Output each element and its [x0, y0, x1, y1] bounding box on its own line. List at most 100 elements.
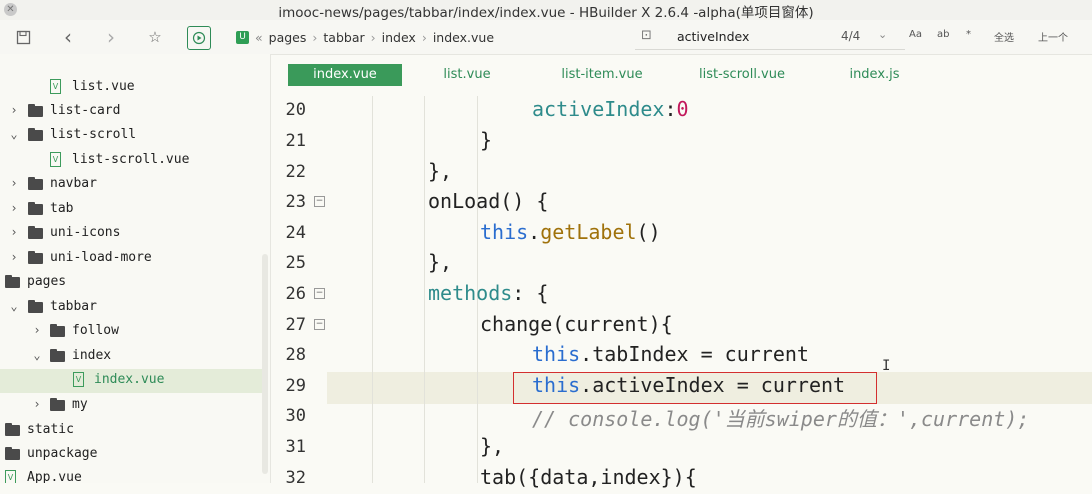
- tree-item[interactable]: ⌄ index: [0, 345, 262, 369]
- chevron-right-icon[interactable]: ›: [31, 397, 43, 411]
- code-text: },: [480, 434, 505, 458]
- chevron-down-icon[interactable]: ⌄: [8, 299, 20, 313]
- regex-option[interactable]: *: [966, 29, 971, 40]
- run-icon[interactable]: [187, 26, 211, 50]
- tree-item[interactable]: › list-card: [0, 100, 262, 124]
- code-token: (): [636, 220, 661, 244]
- tree-item[interactable]: V App.vue: [0, 467, 262, 483]
- chevron-right-icon[interactable]: ›: [8, 201, 20, 215]
- tree-item-label: list-card: [50, 103, 121, 118]
- tab-list-item-vue[interactable]: list-item.vue: [552, 64, 652, 86]
- code-line: 30 // console.log('当前swiper的值：',current)…: [272, 402, 1092, 432]
- fold-icon[interactable]: −: [314, 288, 325, 299]
- save-icon[interactable]: [12, 26, 34, 48]
- tree-item-label: my: [72, 397, 88, 412]
- chevron-down-icon[interactable]: ⌄: [8, 127, 20, 141]
- search-icon: ⊡: [641, 28, 652, 43]
- back-icon[interactable]: ‹: [57, 25, 79, 49]
- editor-tabs: index.vue list.vue list-item.vue list-sc…: [272, 59, 1092, 89]
- tree-item[interactable]: pages: [0, 271, 262, 295]
- title-bar: ✕ imooc-news/pages/tabbar/index/index.vu…: [0, 0, 1092, 21]
- tree-item-label: list.vue: [72, 79, 135, 94]
- search-query[interactable]: activeIndex: [677, 29, 749, 44]
- code-line: 21 }: [272, 127, 1092, 157]
- code-token: :: [664, 97, 677, 121]
- tree-item[interactable]: › uni-load-more: [0, 247, 262, 271]
- tab-list-scroll-vue[interactable]: list-scroll.vue: [687, 64, 797, 86]
- folder-icon: [28, 128, 43, 141]
- folder-icon: [50, 398, 65, 411]
- line-number: 31: [285, 437, 306, 457]
- tree-item[interactable]: ⌄ tabbar: [0, 296, 262, 320]
- breadcrumb-prefix[interactable]: «: [255, 30, 263, 45]
- code-editor[interactable]: 20 activeIndex:0 21 } 22 }, 23 − onLoad(…: [272, 96, 1092, 489]
- code-text: }: [480, 128, 493, 152]
- tree-item[interactable]: unpackage: [0, 443, 262, 467]
- chevron-right-icon[interactable]: ›: [8, 250, 20, 264]
- match-case-option[interactable]: Aa: [909, 29, 922, 40]
- tab-index-vue[interactable]: index.vue: [288, 64, 402, 86]
- tree-item-label: tabbar: [50, 299, 97, 314]
- project-logo-icon: U: [236, 30, 249, 44]
- tree-item-label: follow: [72, 323, 119, 338]
- previous-match-button[interactable]: 上一个: [1038, 29, 1068, 44]
- tree-item[interactable]: V list.vue: [0, 76, 262, 100]
- chevron-down-icon[interactable]: ⌄: [878, 28, 887, 41]
- select-all-button[interactable]: 全选: [994, 29, 1014, 44]
- chevron-right-icon: ›: [421, 29, 427, 45]
- breadcrumb-item[interactable]: index.vue: [433, 30, 494, 45]
- whole-word-option[interactable]: ab: [937, 29, 949, 40]
- forward-icon[interactable]: ›: [100, 25, 122, 49]
- chevron-right-icon[interactable]: ›: [8, 176, 20, 190]
- tree-item[interactable]: V list-scroll.vue: [0, 149, 262, 173]
- folder-icon: [5, 275, 20, 288]
- text-cursor-icon: I: [882, 358, 891, 374]
- project-explorer: V list.vue › list-card ⌄ list-scroll V l…: [0, 54, 271, 483]
- line-number: 26: [285, 284, 306, 304]
- folder-icon: [50, 349, 65, 362]
- tab-index-js[interactable]: index.js: [837, 64, 912, 86]
- code-line: 31 },: [272, 433, 1092, 463]
- tree-item-label: unpackage: [27, 446, 98, 461]
- chevron-right-icon: ›: [370, 29, 376, 45]
- chevron-right-icon[interactable]: ›: [8, 225, 20, 239]
- breadcrumb-item[interactable]: pages: [269, 30, 307, 45]
- tree-item-label: navbar: [50, 176, 97, 191]
- tree-item[interactable]: › follow: [0, 320, 262, 344]
- breadcrumb-item[interactable]: index: [382, 30, 416, 45]
- chevron-right-icon[interactable]: ›: [31, 323, 43, 337]
- line-number: 23: [285, 192, 306, 212]
- line-number: 28: [285, 345, 306, 365]
- chevron-right-icon[interactable]: ›: [8, 103, 20, 117]
- code-token: 0: [676, 97, 689, 121]
- fold-icon[interactable]: −: [314, 319, 325, 330]
- star-icon[interactable]: ☆: [144, 26, 166, 48]
- breadcrumb-item[interactable]: tabbar: [323, 30, 364, 45]
- code-text: },: [428, 250, 453, 274]
- search-count: 4/4: [841, 29, 861, 43]
- folder-icon: [28, 226, 43, 239]
- line-number: 32: [285, 468, 306, 488]
- chevron-down-icon[interactable]: ⌄: [31, 348, 43, 362]
- tree-item-label: uni-icons: [50, 225, 121, 240]
- tree-item-label: uni-load-more: [50, 250, 152, 265]
- sidebar-scrollbar[interactable]: [262, 254, 268, 474]
- folder-icon: [5, 423, 20, 436]
- tree-item[interactable]: static: [0, 419, 262, 443]
- tree-item[interactable]: › uni-icons: [0, 222, 262, 246]
- tree-item[interactable]: › my: [0, 394, 262, 418]
- folder-icon: [28, 104, 43, 117]
- fold-icon[interactable]: −: [314, 196, 325, 207]
- code-line: 27 − change(current){: [272, 311, 1092, 341]
- line-number: 29: [285, 376, 306, 396]
- tree-item[interactable]: ⌄ list-scroll: [0, 124, 262, 148]
- code-token: this: [532, 342, 581, 366]
- code-token: methods: [428, 281, 513, 305]
- tree-item[interactable]: › navbar: [0, 173, 262, 197]
- tree-item-selected[interactable]: V index.vue: [0, 369, 262, 393]
- line-number: 24: [285, 223, 306, 243]
- tab-list-vue[interactable]: list.vue: [422, 64, 512, 86]
- search-input[interactable]: ⊡ activeIndex 4/4 ⌄: [635, 25, 905, 50]
- code-text: change(current){: [480, 312, 673, 336]
- tree-item[interactable]: › tab: [0, 198, 262, 222]
